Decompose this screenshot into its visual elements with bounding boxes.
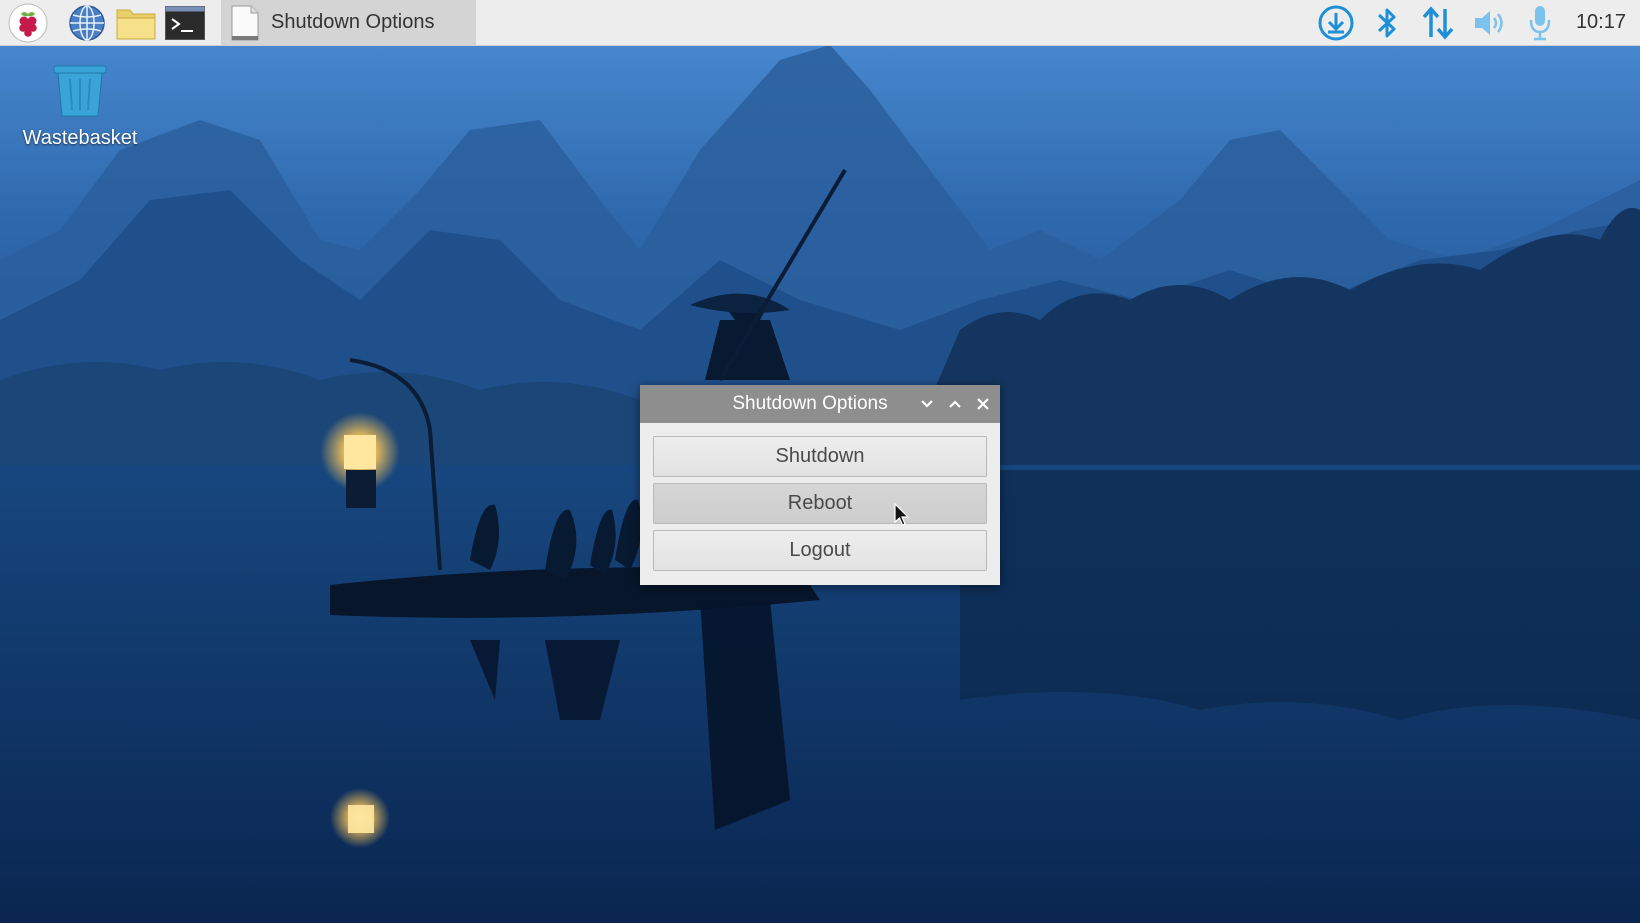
shutdown-button[interactable]: Shutdown [653,436,987,477]
taskbar-window-label: Shutdown Options [271,11,435,33]
microphone-icon[interactable] [1520,4,1560,42]
volume-icon[interactable] [1470,4,1510,42]
file-manager-icon[interactable] [116,3,156,43]
close-icon[interactable] [973,394,993,414]
network-arrows-icon[interactable] [1418,4,1458,42]
terminal-icon[interactable] [165,3,205,43]
clock[interactable]: 10:17 [1576,0,1626,45]
minimize-icon[interactable] [917,394,937,414]
web-browser-icon[interactable] [67,3,107,43]
mouse-cursor-icon [894,503,910,526]
desktop: Shutdown Options 10:17 Wastebasket Shutd… [0,0,1640,923]
taskbar: Shutdown Options 10:17 [0,0,1640,46]
raspberry-menu-icon[interactable] [8,3,48,43]
maximize-icon[interactable] [945,394,965,414]
trash-icon [52,62,108,123]
document-icon [231,5,259,46]
shutdown-options-dialog: Shutdown Options Shutdown Reboot Logout [640,385,1000,585]
desktop-icon-label: Wastebasket [22,127,138,149]
logout-button[interactable]: Logout [653,530,987,571]
bluetooth-icon[interactable] [1367,4,1407,42]
reboot-button[interactable]: Reboot [653,483,987,524]
dialog-titlebar[interactable]: Shutdown Options [640,385,1000,423]
taskbar-window-button[interactable]: Shutdown Options [221,0,476,45]
updater-download-icon[interactable] [1316,4,1356,42]
desktop-icon-wastebasket[interactable]: Wastebasket [14,62,146,150]
